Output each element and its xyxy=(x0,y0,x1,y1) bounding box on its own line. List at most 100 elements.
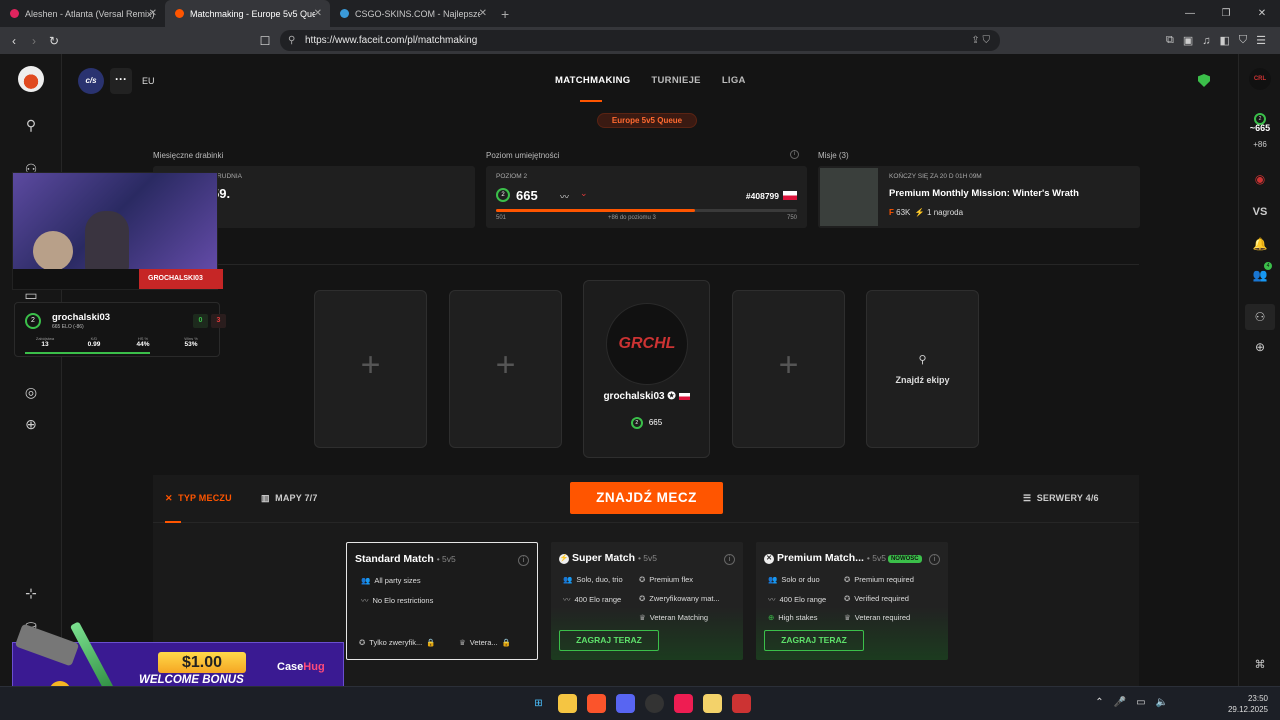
url-input[interactable]: ⚲ https://www.faceit.com/pl/matchmaking … xyxy=(280,30,1000,51)
music-icon[interactable]: ♫ xyxy=(1202,35,1210,47)
tab-match-type[interactable]: ✕ TYP MECZU xyxy=(165,493,232,504)
target-icon: ⊕ xyxy=(768,613,775,622)
super-match-card[interactable]: ⚡ Super Match • 5v5 i 👥 Solo, duo, trio ✪ P… xyxy=(551,542,743,660)
close-tab-icon[interactable]: ✕ xyxy=(314,8,322,19)
find-team-slot[interactable]: ⚲ Znajdź ekipy xyxy=(866,290,979,448)
tab-maps[interactable]: ▥ MAPY 7/7 xyxy=(261,493,318,504)
extensions-icon[interactable]: ⧉ xyxy=(1166,34,1174,47)
maximize-icon[interactable]: ❐ xyxy=(1208,0,1244,27)
game-badge[interactable]: c/s xyxy=(78,68,104,94)
elo-text: 665 xyxy=(1255,123,1271,133)
friends-icon[interactable]: 👥 4 xyxy=(1239,262,1280,282)
party-slot-empty[interactable]: + xyxy=(732,290,845,448)
bell-icon[interactable]: 🔔 xyxy=(1239,237,1280,251)
trend-icon: 〰 xyxy=(560,192,570,202)
browser-tab[interactable]: CSGO-SKINS.COM - Najlepsze Skrzynki✕ xyxy=(330,0,495,27)
map-icon: ▥ xyxy=(261,493,270,503)
nav-liga[interactable]: LIGA xyxy=(722,75,746,86)
player-name-text: grochalski03 xyxy=(603,391,665,402)
browser-tab[interactable]: Aleshen - Atlanta (Versal Remix) ✕ xyxy=(0,0,165,27)
feature: ✪ Tylko zweryfik... 🔒 xyxy=(359,638,436,647)
party-icon[interactable]: ⚇ xyxy=(1245,304,1275,330)
browser-tab-active[interactable]: Matchmaking - Europe 5v5 Queue ✕ xyxy=(165,0,330,27)
profile-avatar[interactable]: CRL xyxy=(1239,68,1280,90)
stat-kills: Zabójstwa 13 xyxy=(25,336,65,348)
anticheat-shield-icon[interactable] xyxy=(1198,74,1210,87)
forward-icon[interactable]: › xyxy=(24,34,44,48)
elo-value: 665 xyxy=(516,188,538,203)
info-icon[interactable]: i xyxy=(790,150,799,159)
tab-title: Matchmaking - Europe 5v5 Queue xyxy=(190,8,315,19)
site-info-icon[interactable]: ⚲ xyxy=(288,30,295,51)
faceit-logo[interactable] xyxy=(18,66,44,92)
region-label[interactable]: EU xyxy=(142,76,155,86)
chevron-down-icon[interactable]: ⌄ xyxy=(580,188,588,199)
premium-match-card[interactable]: ✕ Premium Match... • 5v5 NOWOŚĆ i 👥 Solo or… xyxy=(756,542,948,660)
clubs-icon[interactable]: ◎ xyxy=(21,382,41,402)
mission-card[interactable]: KOŃCZY SIĘ ZA 20 D 01H 09M Premium Month… xyxy=(818,166,1140,228)
standard-match-card[interactable]: Standard Match • 5v5 i 👥 All party sizes … xyxy=(346,542,538,660)
expand-icon[interactable]: ⊹ xyxy=(21,583,41,603)
party-slot-empty[interactable]: + xyxy=(449,290,562,448)
minimize-icon[interactable]: — xyxy=(1172,0,1208,27)
plus-icon: + xyxy=(360,346,381,384)
obs-icon[interactable] xyxy=(645,694,664,713)
faceit-ac-icon[interactable] xyxy=(732,694,751,713)
close-tab-icon[interactable]: ✕ xyxy=(479,8,487,19)
poland-flag-icon xyxy=(783,191,797,200)
file-explorer-icon[interactable] xyxy=(558,694,577,713)
skill-label: Poziom umiejętności xyxy=(486,151,560,160)
progress-max: 750 xyxy=(786,215,797,221)
discord-icon[interactable] xyxy=(616,694,635,713)
windows-start-icon[interactable]: ⊞ xyxy=(529,694,548,713)
add-icon[interactable]: ⊕ xyxy=(21,414,41,434)
reload-icon[interactable]: ↻ xyxy=(44,34,64,48)
info-icon[interactable]: i xyxy=(518,555,529,566)
nav-matchmaking[interactable]: MATCHMAKING xyxy=(555,75,630,86)
browser-tab-bar: Aleshen - Atlanta (Versal Remix) ✕ Matchm… xyxy=(0,0,1280,27)
screenshot-icon[interactable]: ▣ xyxy=(1183,34,1193,47)
sidebar-icon[interactable]: ◧ xyxy=(1219,34,1229,47)
left-sidebar: ⚲ ⚇ ▭ ◎ ⊕ ⊹ ⛀ xyxy=(0,54,62,686)
back-icon[interactable]: ‹ xyxy=(4,34,24,48)
skill-level-card[interactable]: POZIOM 2 2 665 〰 ⌄ #408799 501 +86 do po… xyxy=(486,166,807,228)
close-tab-icon[interactable]: ✕ xyxy=(149,8,157,19)
search-icon[interactable]: ⚲ xyxy=(21,115,41,135)
info-icon[interactable]: i xyxy=(929,554,940,565)
bookmark-icon[interactable]: ☐ xyxy=(255,34,275,48)
skill-level-label: POZIOM 2 xyxy=(496,173,528,180)
chat-icon[interactable]: ⌘ xyxy=(1239,658,1280,671)
network-icon[interactable]: ▭ xyxy=(1136,697,1145,708)
brave-icon[interactable] xyxy=(587,694,606,713)
promo-brand: CaseHug xyxy=(277,661,325,673)
feature-text: Vetera... xyxy=(469,638,498,647)
share-icon[interactable]: ⇪ ⛉ xyxy=(971,30,990,51)
feature: ♛ Veteran Matching xyxy=(639,613,708,622)
add-icon[interactable]: ⊕ xyxy=(1239,340,1280,354)
feature: ✪ Premium required xyxy=(844,575,914,584)
volume-icon[interactable]: 🔈 xyxy=(1156,697,1168,708)
new-tab-icon[interactable]: + xyxy=(501,6,509,22)
play-now-button[interactable]: ZAGRAJ TERAZ xyxy=(764,630,864,651)
tab-servers[interactable]: ☰ SERWERY 4/6 xyxy=(1023,493,1099,504)
nav-turnieje[interactable]: TURNIEJE xyxy=(651,75,700,86)
more-icon[interactable]: ··· xyxy=(110,68,132,94)
app-icon[interactable] xyxy=(703,694,722,713)
shield-icon[interactable]: ⛉ xyxy=(1239,34,1247,47)
info-icon[interactable]: i xyxy=(724,554,735,565)
play-now-button[interactable]: ZAGRAJ TERAZ xyxy=(559,630,659,651)
menu-icon[interactable]: ☰ xyxy=(1256,34,1266,47)
queue-pill[interactable]: Europe 5v5 Queue xyxy=(597,113,697,128)
url-text: https://www.faceit.com/pl/matchmaking xyxy=(305,35,478,46)
stream-icon[interactable]: ◉ xyxy=(1239,172,1280,186)
party-slot-player[interactable]: GRCHL grochalski03 ✪ 2 665 xyxy=(583,280,710,458)
close-window-icon[interactable]: ✕ xyxy=(1244,0,1280,27)
versus-label[interactable]: VS xyxy=(1239,206,1280,218)
clock[interactable]: 23:50 29.12.2025 xyxy=(1228,693,1268,715)
mic-icon[interactable]: 🎤 xyxy=(1114,697,1126,708)
party-slot-empty[interactable]: + xyxy=(314,290,427,448)
trend-icon: 〰 xyxy=(361,596,369,605)
find-match-button[interactable]: ZNAJDŹ MECZ xyxy=(570,482,723,514)
chevron-up-icon[interactable]: ⌃ xyxy=(1095,697,1103,708)
tiktok-icon[interactable] xyxy=(674,694,693,713)
